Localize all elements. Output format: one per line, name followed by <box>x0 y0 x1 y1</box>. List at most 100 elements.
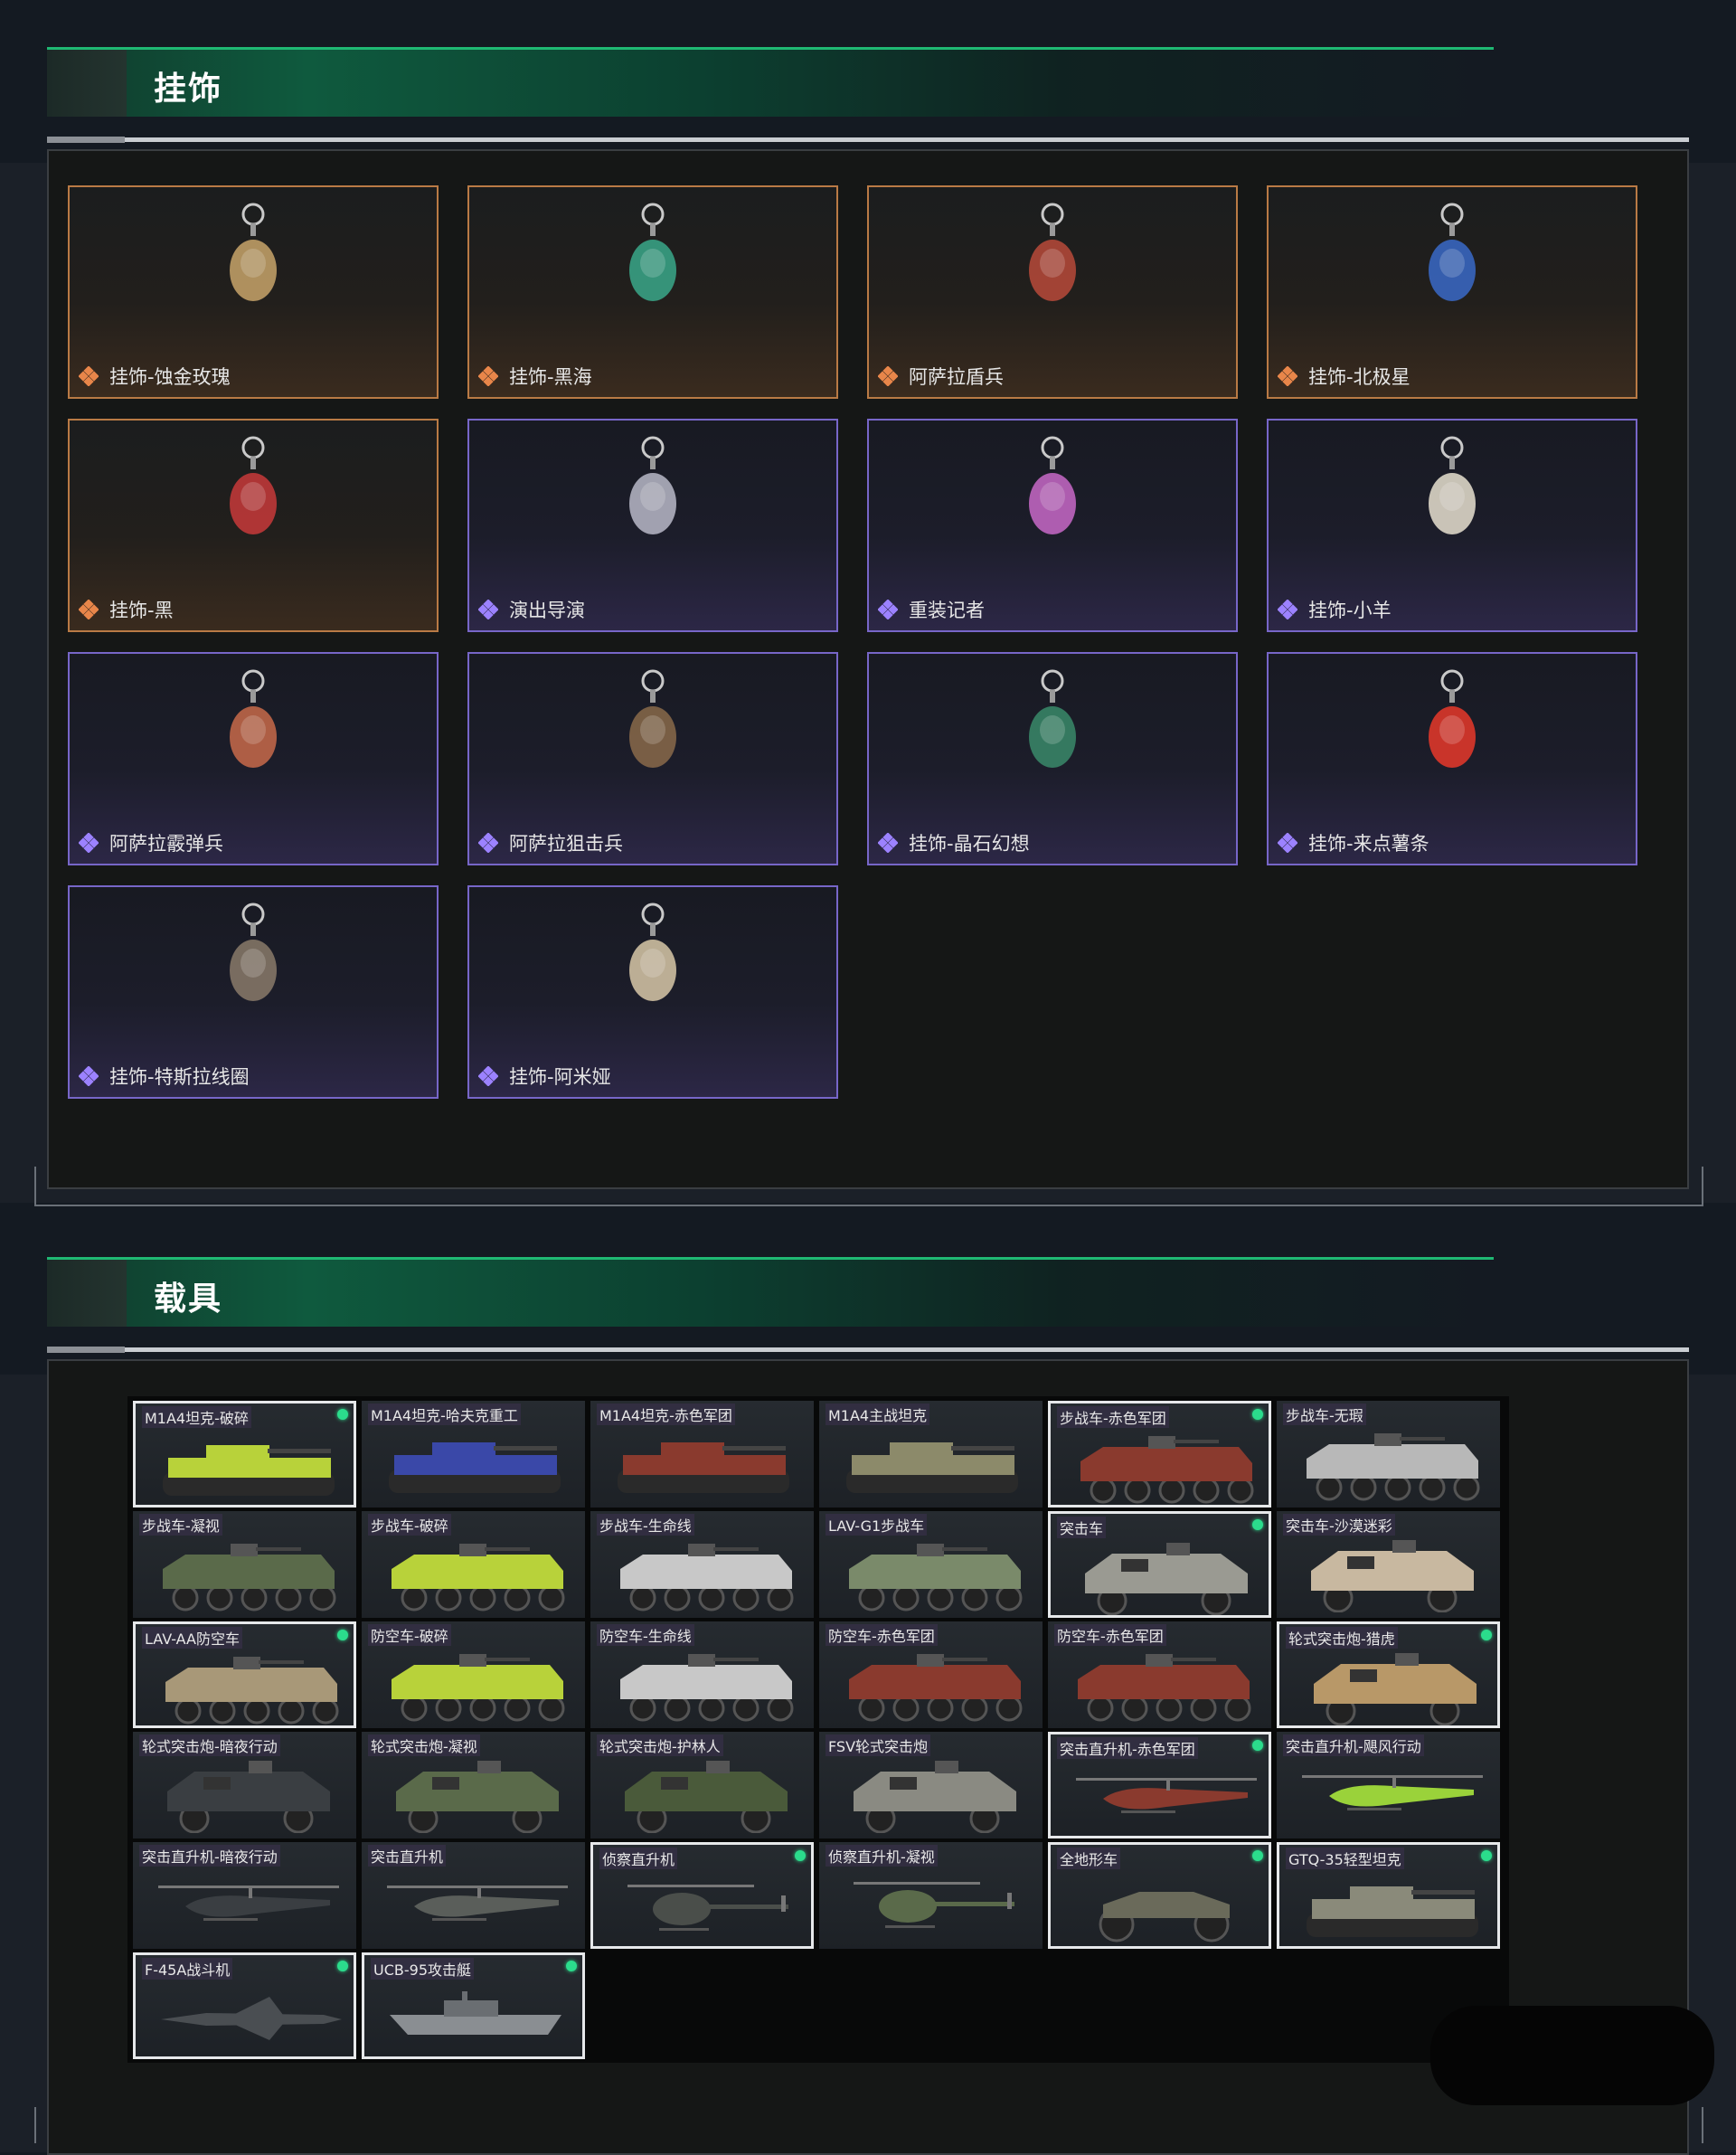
vehicle-tile[interactable]: 轮式突击炮-凝视 <box>362 1732 585 1838</box>
charm-card[interactable]: 挂饰-黑海 <box>467 185 838 399</box>
charm-card[interactable]: 挂饰-阿米娅 <box>467 885 838 1099</box>
charm-card[interactable]: 重装记者 <box>867 419 1238 632</box>
truck-vehicle-icon <box>854 1761 1016 1833</box>
vehicle-name: 突击车-沙漠迷彩 <box>1283 1514 1395 1536</box>
vehicle-name: M1A4坦克-破碎 <box>142 1406 251 1428</box>
vehicle-tile[interactable]: 步战车-破碎 <box>362 1511 585 1618</box>
truck-vehicle-icon <box>1314 1653 1477 1725</box>
heli-vehicle-icon <box>1302 1775 1483 1810</box>
vehicles-section-header: 载具 <box>47 1257 1494 1327</box>
charm-name: 挂饰-特斯拉线圈 <box>109 1066 250 1088</box>
vehicle-name: 步战车-无瑕 <box>1283 1404 1366 1425</box>
charm-name: 挂饰-晶石幻想 <box>909 833 1030 855</box>
vehicle-tile[interactable]: 步战车-赤色军团 <box>1048 1401 1271 1508</box>
vehicle-tile[interactable]: 防空车-赤色军团 <box>819 1621 1043 1728</box>
charm-card[interactable]: 阿萨拉狙击兵 <box>467 652 838 865</box>
vehicle-tile[interactable]: 防空车-破碎 <box>362 1621 585 1728</box>
vehicle-tile[interactable]: M1A4坦克-哈夫克重工 <box>362 1401 585 1508</box>
charm-card[interactable]: 挂饰-晶石幻想 <box>867 652 1238 865</box>
vehicle-tile[interactable]: 轮式突击炮-暗夜行动 <box>133 1732 356 1838</box>
vehicle-tile[interactable]: 突击直升机-赤色军团 <box>1048 1732 1271 1838</box>
vehicle-tile[interactable]: UCB-95攻击艇 <box>362 1952 585 2059</box>
vehicle-tile[interactable]: 突击直升机-飓风行动 <box>1277 1732 1500 1838</box>
truck-vehicle-icon <box>396 1761 559 1833</box>
charm-card[interactable]: 挂饰-蚀金玫瑰 <box>68 185 439 399</box>
vehicle-name: UCB-95攻击艇 <box>371 1958 474 1980</box>
vehicle-tile[interactable]: 突击直升机-暗夜行动 <box>133 1842 356 1949</box>
vehicle-tile[interactable]: F-45A战斗机 <box>133 1952 356 2059</box>
charms-section-title: 挂饰 <box>154 71 223 108</box>
charm-name: 演出导演 <box>509 600 585 621</box>
vehicle-tile[interactable]: 突击车-沙漠迷彩 <box>1277 1511 1500 1618</box>
equipped-indicator-icon <box>337 1630 348 1640</box>
vehicle-tile[interactable]: M1A4主战坦克 <box>819 1401 1043 1508</box>
tank-vehicle-icon <box>163 1445 335 1496</box>
charm-art-icon <box>1429 436 1476 534</box>
vehicle-tile[interactable]: FSV轮式突击炮 <box>819 1732 1043 1838</box>
charm-card[interactable]: 挂饰-北极星 <box>1267 185 1637 399</box>
vehicle-tile[interactable]: 全地形车 <box>1048 1842 1271 1949</box>
vehicle-tile[interactable]: 轮式突击炮-护林人 <box>590 1732 814 1838</box>
equipped-indicator-icon <box>1252 1850 1263 1861</box>
charm-card[interactable]: 挂饰-黑 <box>68 419 439 632</box>
charm-art-icon <box>629 203 676 301</box>
vehicle-name: 突击直升机 <box>368 1845 447 1867</box>
gold-rarity-icon <box>878 366 898 386</box>
charm-art-icon <box>1029 669 1076 768</box>
charm-name: 重装记者 <box>909 600 985 621</box>
vehicle-tile[interactable]: 步战车-无瑕 <box>1277 1401 1500 1508</box>
equipped-indicator-icon <box>1481 1850 1492 1861</box>
charm-name: 挂饰-小羊 <box>1308 600 1392 621</box>
vehicle-name: 防空车-赤色军团 <box>826 1624 938 1646</box>
heli-vehicle-icon <box>1076 1778 1257 1813</box>
vehicle-tile[interactable]: 突击车 <box>1048 1511 1271 1618</box>
charms-panel-bracket <box>34 1167 1703 1206</box>
gold-rarity-icon <box>1278 366 1297 386</box>
vehicle-tile[interactable]: 防空车-赤色军团 <box>1048 1621 1271 1728</box>
charms-divider <box>47 137 1689 143</box>
vehicle-name: 轮式突击炮-护林人 <box>597 1734 723 1756</box>
charm-card[interactable]: 阿萨拉霰弹兵 <box>68 652 439 865</box>
purple-rarity-icon <box>478 600 498 619</box>
vehicle-tile[interactable]: GTQ-35轻型坦克 <box>1277 1842 1500 1949</box>
vehicle-tile[interactable]: 步战车-生命线 <box>590 1511 814 1618</box>
charm-name: 阿萨拉盾兵 <box>909 366 1004 388</box>
vehicle-tile[interactable]: 轮式突击炮-猎虎 <box>1277 1621 1500 1728</box>
charm-card[interactable]: 挂饰-来点薯条 <box>1267 652 1637 865</box>
charm-card[interactable]: 挂饰-小羊 <box>1267 419 1637 632</box>
vehicle-tile[interactable]: 侦察直升机 <box>590 1842 814 1949</box>
vehicle-tile[interactable]: M1A4坦克-赤色军团 <box>590 1401 814 1508</box>
purple-rarity-icon <box>1278 600 1297 619</box>
charms-section-header: 挂饰 <box>47 47 1494 117</box>
charm-card[interactable]: 演出导演 <box>467 419 838 632</box>
heli-vehicle-icon <box>387 1886 568 1921</box>
charm-name: 阿萨拉狙击兵 <box>509 833 623 855</box>
atv-vehicle-icon <box>1099 1892 1230 1942</box>
vehicles-panel-bracket <box>34 2107 1703 2143</box>
vehicle-name: 突击直升机-暗夜行动 <box>139 1845 280 1867</box>
overlay-shape <box>1430 2006 1714 2105</box>
vehicle-name: 侦察直升机 <box>599 1848 678 1869</box>
vehicle-tile[interactable]: 防空车-生命线 <box>590 1621 814 1728</box>
vehicle-tile[interactable]: 突击直升机 <box>362 1842 585 1949</box>
vehicle-name: LAV-AA防空车 <box>142 1627 242 1649</box>
vehicle-name: 防空车-生命线 <box>597 1624 694 1646</box>
ifv-vehicle-icon <box>620 1654 794 1722</box>
vehicle-tile[interactable]: 侦察直升机-凝视 <box>819 1842 1043 1949</box>
vehicle-tile[interactable]: 步战车-凝视 <box>133 1511 356 1618</box>
charm-card[interactable]: 挂饰-特斯拉线圈 <box>68 885 439 1099</box>
charm-name: 挂饰-来点薯条 <box>1308 833 1429 855</box>
truck-vehicle-icon <box>625 1761 788 1833</box>
vehicle-tile[interactable]: LAV-G1步战车 <box>819 1511 1043 1618</box>
vehicle-tile[interactable]: M1A4坦克-破碎 <box>133 1401 356 1508</box>
vehicle-name: 防空车-破碎 <box>368 1624 451 1646</box>
vehicle-tile[interactable]: LAV-AA防空车 <box>133 1621 356 1728</box>
vehicle-name: 轮式突击炮-凝视 <box>368 1734 480 1756</box>
heli-vehicle-icon <box>158 1886 339 1921</box>
ifv-vehicle-icon <box>392 1544 565 1612</box>
charm-art-icon <box>230 436 277 534</box>
charm-card[interactable]: 阿萨拉盾兵 <box>867 185 1238 399</box>
ifv-vehicle-icon <box>163 1544 336 1612</box>
header-notch <box>47 50 127 117</box>
equipped-indicator-icon <box>337 1961 348 1971</box>
